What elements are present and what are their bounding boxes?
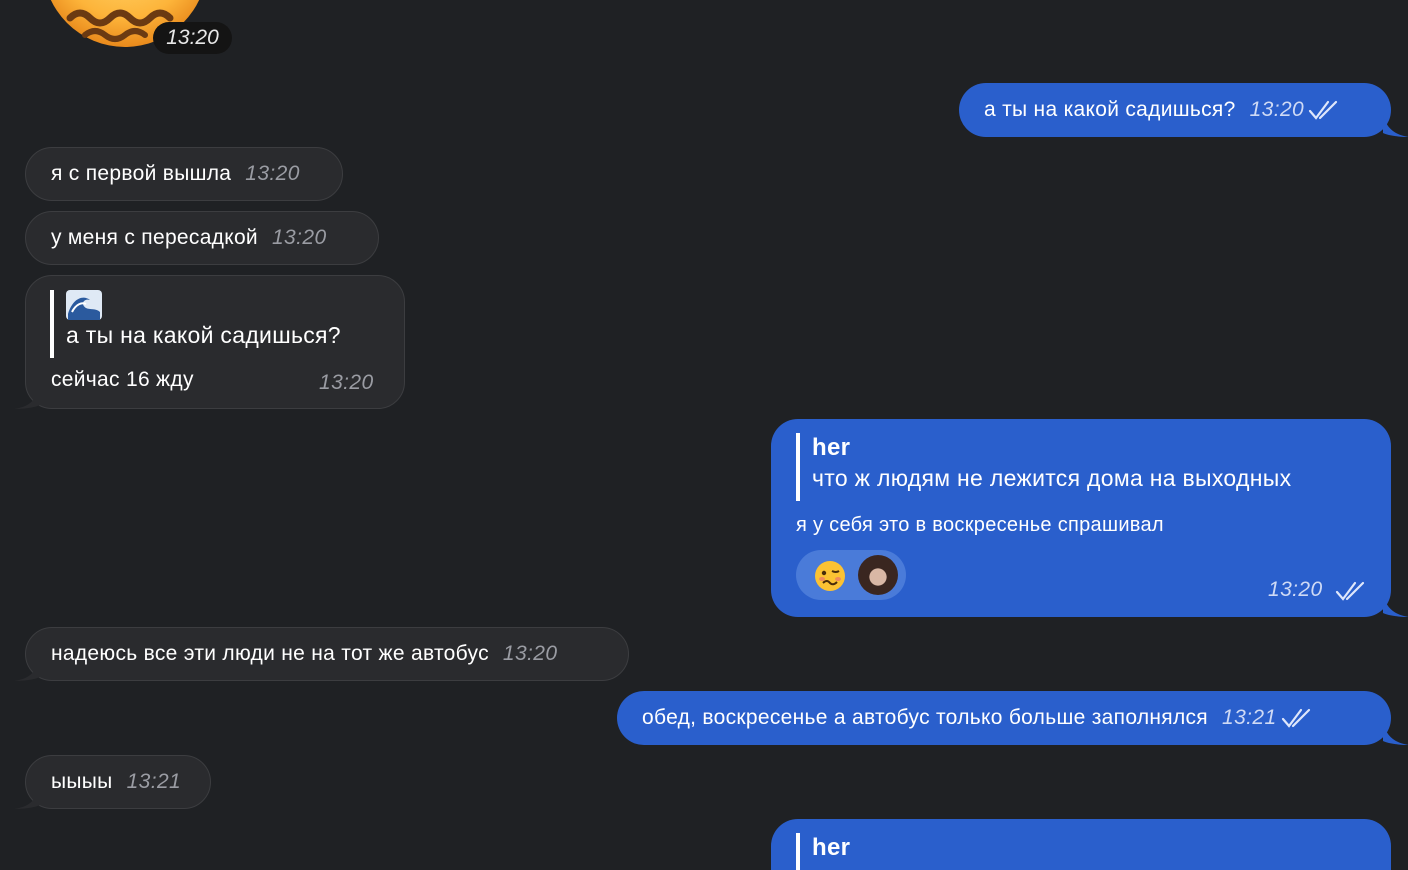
message-time: 13:20 [502, 642, 558, 665]
message-text: надеюсь все эти люди не на тот же автобу… [51, 642, 489, 665]
woozy-face-emoji-icon [815, 561, 845, 591]
bubble-tail [1383, 595, 1408, 617]
bubble-tail [14, 659, 40, 681]
bubble-tail [1383, 115, 1408, 137]
message-text: у меня с пересадкой [51, 226, 258, 249]
message-time: 13:20 [1268, 578, 1323, 601]
message-text: обед, воскресенье а автобус только больш… [642, 706, 1208, 729]
bubble-tail [14, 787, 40, 809]
message-outgoing[interactable]: обед, воскресенье а автобус только больш… [617, 691, 1408, 745]
bubble-tail [14, 387, 40, 409]
message-incoming[interactable]: надеюсь все эти люди не на тот же автобу… [14, 627, 629, 681]
reply-author: her [812, 434, 851, 461]
read-checks-icon [1281, 708, 1310, 728]
sticker-time: 13:20 [153, 22, 232, 54]
reply-quote[interactable]: а ты на какой садишься? [50, 290, 341, 358]
message-text: а ты на какой садишься? [984, 98, 1236, 121]
message-text: ыыыы [51, 770, 113, 793]
reactor-avatar[interactable] [858, 555, 898, 595]
message-time: 13:20 [319, 371, 374, 394]
message-text: сейчас 16 жду [51, 368, 194, 391]
reply-quote[interactable]: her [796, 833, 850, 870]
message-outgoing-reply[interactable]: her что ж людям не лежится дома на выход… [771, 419, 1408, 617]
reply-text: что ж людям не лежится дома на выходных [812, 465, 1292, 491]
message-text: я у себя это в воскресенье спрашивал [796, 514, 1164, 536]
message-incoming[interactable]: у меня с пересадкой 13:20 [25, 211, 379, 265]
message-time: 13:21 [1221, 706, 1277, 729]
message-outgoing-reply[interactable]: her [771, 819, 1391, 870]
chat-window: 13:20 а ты на какой садишься? 13:20 я с … [0, 0, 1408, 870]
reply-text: а ты на какой садишься? [66, 322, 341, 348]
read-checks-icon [1335, 581, 1365, 601]
read-checks-icon [1309, 100, 1338, 120]
bubble-tail [1383, 723, 1408, 745]
message-outgoing[interactable]: а ты на какой садишься? 13:20 [959, 83, 1408, 137]
message-incoming-reply[interactable]: а ты на какой садишься? сейчас 16 жду 13… [14, 275, 405, 409]
wave-emoji-icon [66, 290, 102, 320]
reply-author: her [812, 834, 851, 861]
message-incoming[interactable]: ыыыы 13:21 [14, 755, 211, 809]
message-incoming[interactable]: я с первой вышла 13:20 [25, 147, 343, 201]
message-time: 13:20 [245, 162, 300, 185]
message-time: 13:20 [271, 226, 327, 249]
message-text: я с первой вышла [51, 162, 232, 185]
reply-quote[interactable]: her что ж людям не лежится дома на выход… [796, 433, 1291, 501]
message-time: 13:21 [126, 770, 182, 793]
message-time: 13:20 [1249, 98, 1305, 121]
reactions-pill[interactable] [796, 550, 906, 600]
